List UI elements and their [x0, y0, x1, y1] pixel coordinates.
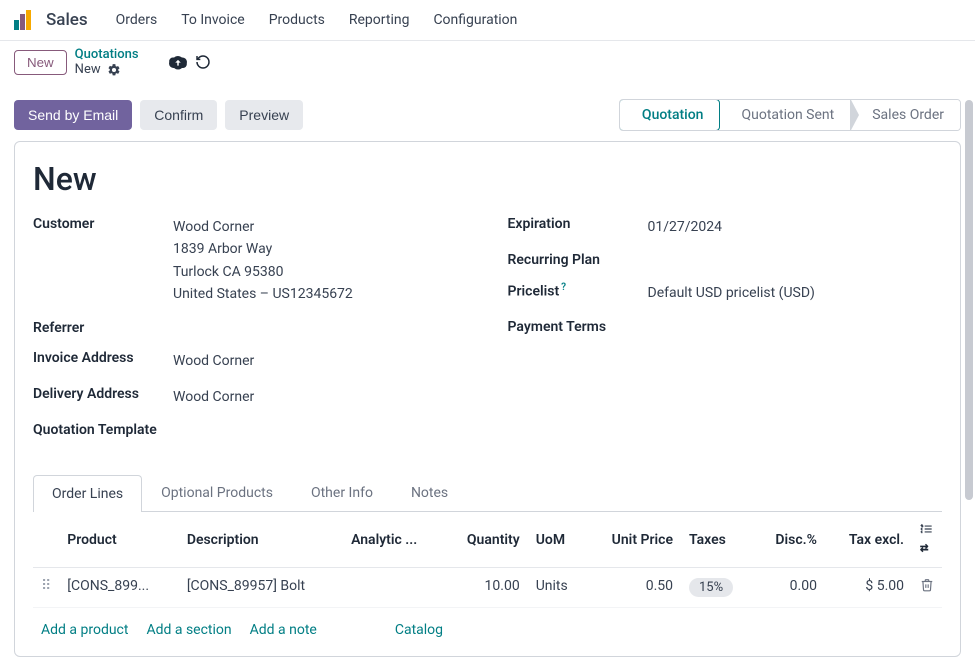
nav-orders[interactable]: Orders: [106, 8, 168, 32]
new-button[interactable]: New: [14, 50, 67, 75]
col-unit-price[interactable]: Unit Price: [586, 512, 681, 568]
nav-configuration[interactable]: Configuration: [423, 8, 527, 32]
referrer-label: Referrer: [33, 320, 173, 336]
col-uom[interactable]: UoM: [528, 512, 587, 568]
columns-options-icon[interactable]: ⇄: [912, 512, 942, 568]
help-icon[interactable]: ?: [561, 282, 566, 293]
breadcrumb-row: New Quotations New: [0, 41, 975, 87]
col-tax-excl[interactable]: Tax excl.: [825, 512, 912, 568]
quotation-template-label: Quotation Template: [33, 422, 157, 438]
tab-order-lines[interactable]: Order Lines: [33, 475, 142, 512]
status-bar: Quotation Quotation Sent Sales Order: [619, 99, 961, 131]
expiration-label: Expiration: [508, 216, 648, 232]
status-sales-order[interactable]: Sales Order: [850, 100, 960, 130]
send-by-email-button[interactable]: Send by Email: [14, 100, 132, 130]
tabs: Order Lines Optional Products Other Info…: [33, 474, 942, 512]
breadcrumb-current: New: [75, 62, 101, 77]
action-bar: Send by Email Confirm Preview Quotation …: [0, 87, 975, 135]
status-quotation-sent[interactable]: Quotation Sent: [719, 100, 850, 130]
nav-products[interactable]: Products: [259, 8, 335, 32]
preview-button[interactable]: Preview: [225, 100, 303, 130]
breadcrumb-parent[interactable]: Quotations: [75, 47, 139, 62]
customer-name: Wood Corner: [173, 216, 353, 238]
delivery-address-value[interactable]: Wood Corner: [173, 386, 254, 408]
invoice-address-label: Invoice Address: [33, 350, 173, 366]
app-name[interactable]: Sales: [46, 10, 88, 30]
tab-notes[interactable]: Notes: [392, 474, 467, 511]
col-analytic[interactable]: Analytic ...: [343, 512, 443, 568]
cell-tax-excl: $ 5.00: [825, 568, 912, 608]
invoice-address-value[interactable]: Wood Corner: [173, 350, 254, 372]
col-quantity[interactable]: Quantity: [444, 512, 528, 568]
cell-unit-price[interactable]: 0.50: [586, 568, 681, 608]
undo-icon[interactable]: [195, 54, 211, 70]
nav-reporting[interactable]: Reporting: [339, 8, 420, 32]
top-nav: Sales Orders To Invoice Products Reporti…: [0, 0, 975, 41]
col-taxes[interactable]: Taxes: [681, 512, 755, 568]
cell-uom[interactable]: Units: [528, 568, 587, 608]
table-bottom-actions: Add a product Add a section Add a note C…: [33, 608, 942, 656]
record-title: New: [33, 160, 942, 198]
order-lines-table: Product Description Analytic ... Quantit…: [33, 512, 942, 608]
payment-terms-label: Payment Terms: [508, 319, 648, 335]
customer-label: Customer: [33, 216, 173, 232]
cell-taxes[interactable]: 15%: [681, 568, 755, 608]
customer-value[interactable]: Wood Corner 1839 Arbor Way Turlock CA 95…: [173, 216, 353, 306]
customer-addr1: 1839 Arbor Way: [173, 238, 353, 260]
col-disc[interactable]: Disc.%: [755, 512, 825, 568]
cloud-save-icon[interactable]: [169, 53, 187, 71]
delivery-address-label: Delivery Address: [33, 386, 173, 402]
drag-handle-icon[interactable]: ⠿: [33, 568, 59, 608]
scrollbar[interactable]: [965, 100, 973, 500]
customer-addr3: United States – US12345672: [173, 283, 353, 305]
pricelist-label: Pricelist?: [508, 282, 648, 300]
form-card: New Customer Wood Corner 1839 Arbor Way …: [14, 141, 961, 657]
col-product[interactable]: Product: [59, 512, 179, 568]
status-quotation[interactable]: Quotation: [619, 99, 721, 131]
tab-optional-products[interactable]: Optional Products: [142, 474, 292, 511]
gear-icon[interactable]: [107, 63, 121, 77]
table-row[interactable]: ⠿ [CONS_899... [CONS_89957] Bolt 10.00 U…: [33, 568, 942, 608]
pricelist-value[interactable]: Default USD pricelist (USD): [648, 282, 815, 304]
cell-quantity[interactable]: 10.00: [444, 568, 528, 608]
col-description[interactable]: Description: [179, 512, 343, 568]
confirm-button[interactable]: Confirm: [140, 100, 217, 130]
tax-tag[interactable]: 15%: [689, 578, 733, 597]
customer-addr2: Turlock CA 95380: [173, 261, 353, 283]
expiration-value[interactable]: 01/27/2024: [648, 216, 723, 238]
form-left-column: Customer Wood Corner 1839 Arbor Way Turl…: [33, 216, 468, 452]
cell-product[interactable]: [CONS_899...: [59, 568, 179, 608]
app-logo-icon: [14, 10, 34, 30]
nav-to-invoice[interactable]: To Invoice: [171, 8, 255, 32]
tab-other-info[interactable]: Other Info: [292, 474, 392, 511]
delete-row-icon[interactable]: [912, 568, 942, 608]
cell-analytic[interactable]: [343, 568, 443, 608]
form-right-column: Expiration 01/27/2024 Recurring Plan Pri…: [508, 216, 943, 452]
cell-disc[interactable]: 0.00: [755, 568, 825, 608]
cell-description[interactable]: [CONS_89957] Bolt: [179, 568, 343, 608]
recurring-plan-label: Recurring Plan: [508, 252, 648, 268]
